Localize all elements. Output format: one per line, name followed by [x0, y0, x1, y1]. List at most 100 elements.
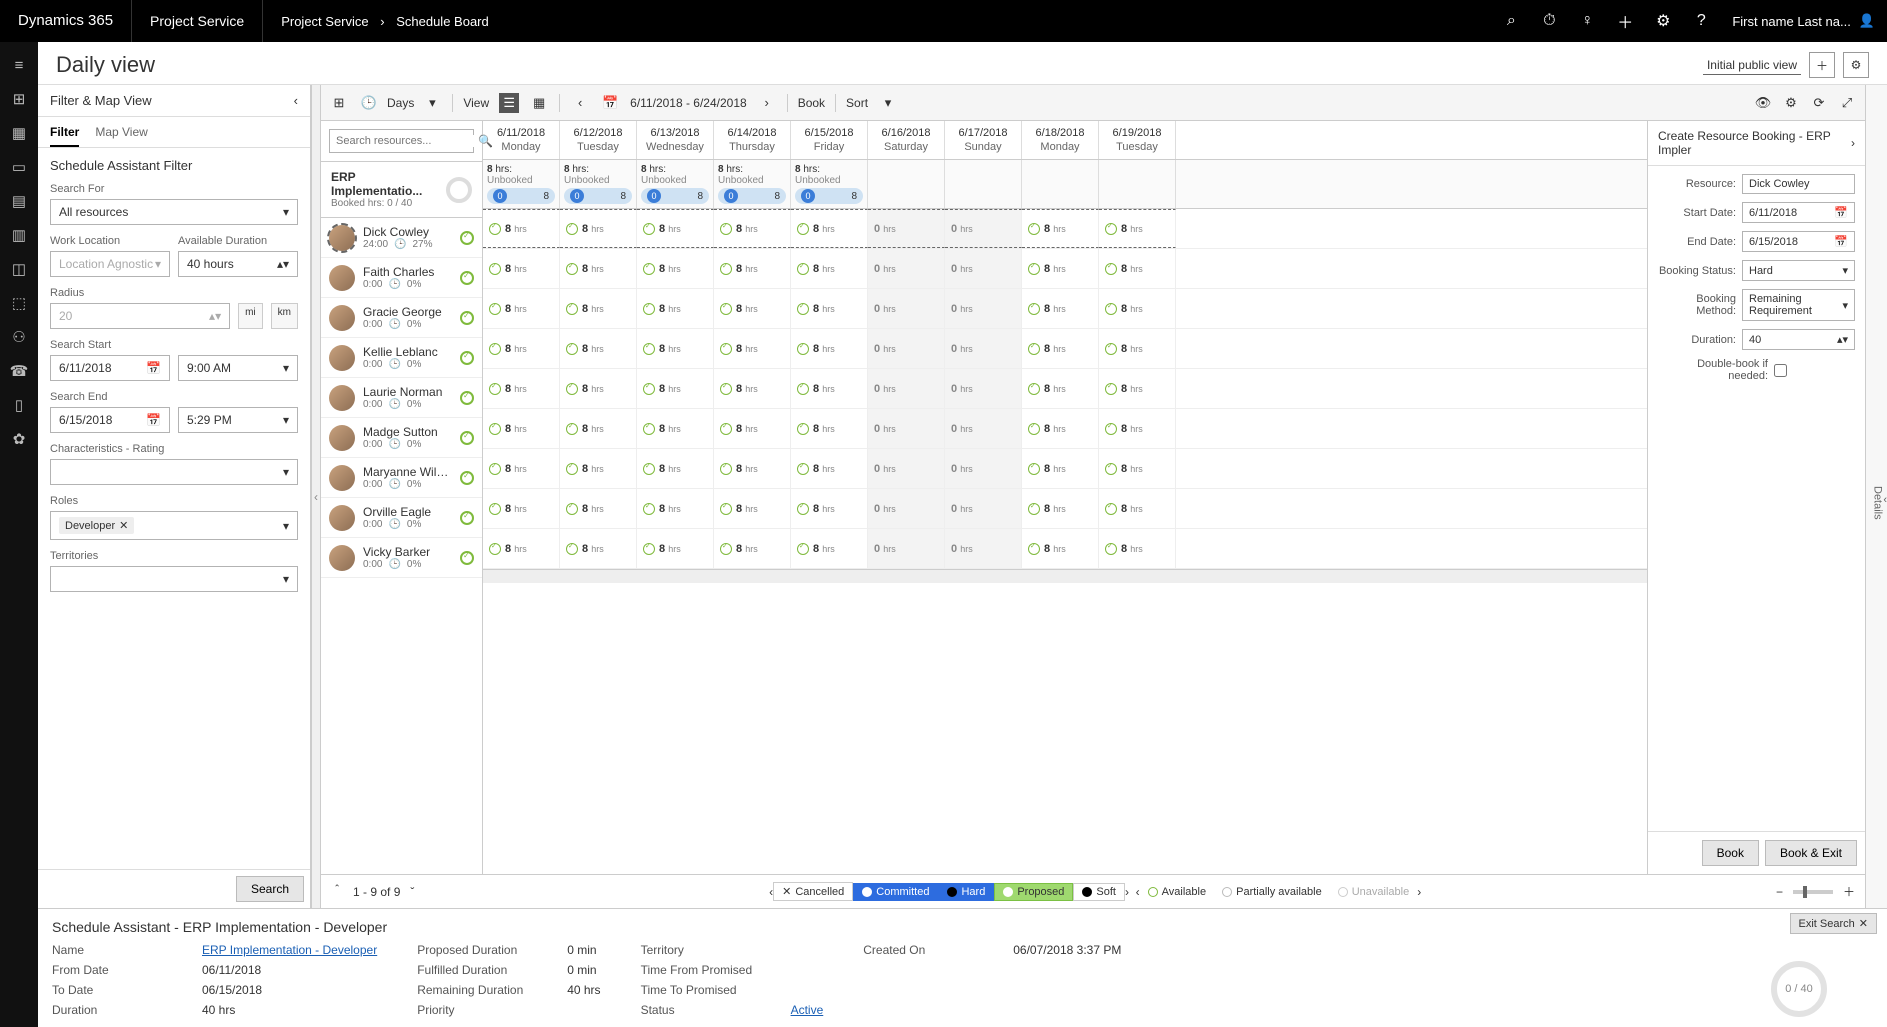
nav-item-2[interactable]: ▦: [0, 116, 38, 150]
schedule-cell[interactable]: 8 hrs: [791, 249, 868, 288]
schedule-cell[interactable]: 8 hrs: [1099, 209, 1176, 248]
search-for-select[interactable]: All resources▾: [50, 199, 298, 225]
schedule-cell[interactable]: 8 hrs: [714, 489, 791, 528]
zoom-out-icon[interactable]: −: [1776, 885, 1783, 899]
schedule-cell[interactable]: 0 hrs: [945, 489, 1022, 528]
role-tag[interactable]: Developer ✕: [59, 517, 134, 534]
settings-icon[interactable]: ⚙: [1644, 11, 1682, 31]
nav-item-8[interactable]: ⚇: [0, 320, 38, 354]
lightbulb-icon[interactable]: ♀: [1568, 12, 1606, 30]
bp-status-select[interactable]: Hard▾: [1742, 260, 1855, 281]
resource-row[interactable]: Madge Sutton0:00 🕒 0%: [321, 418, 482, 458]
legend-next-icon[interactable]: ›: [1125, 885, 1129, 899]
bp-start-input[interactable]: 6/11/2018📅: [1742, 202, 1855, 223]
prev-icon[interactable]: ‹: [570, 95, 590, 110]
zoom-in-icon[interactable]: ＋: [1843, 883, 1855, 900]
schedule-cell[interactable]: 8 hrs: [637, 369, 714, 408]
resource-row[interactable]: Faith Charles0:00 🕒 0%: [321, 258, 482, 298]
search-button[interactable]: Search: [236, 876, 304, 902]
days-label[interactable]: Days: [387, 96, 414, 110]
next-icon[interactable]: ›: [757, 95, 777, 110]
fullscreen-icon[interactable]: ⤢: [1837, 95, 1857, 111]
work-location-select[interactable]: Location Agnostic▾: [50, 251, 170, 277]
schedule-cell[interactable]: 8 hrs: [1099, 369, 1176, 408]
schedule-cell[interactable]: 8 hrs: [483, 249, 560, 288]
nav-item-11[interactable]: ✿: [0, 422, 38, 456]
schedule-cell[interactable]: 8 hrs: [791, 369, 868, 408]
resource-row[interactable]: Vicky Barker0:00 🕒 0%: [321, 538, 482, 578]
schedule-cell[interactable]: 8 hrs: [560, 369, 637, 408]
schedule-cell[interactable]: 8 hrs: [714, 249, 791, 288]
legend-next2-icon[interactable]: ›: [1417, 885, 1421, 899]
schedule-cell[interactable]: 8 hrs: [1099, 449, 1176, 488]
date-range[interactable]: 6/11/2018 - 6/24/2018: [630, 96, 747, 110]
breadcrumb-page[interactable]: Schedule Board: [396, 14, 489, 29]
sort-button[interactable]: Sort: [846, 96, 868, 110]
nav-item-10[interactable]: ▯: [0, 388, 38, 422]
resource-search-field[interactable]: [336, 135, 478, 147]
schedule-cell[interactable]: 8 hrs: [791, 489, 868, 528]
view-selector[interactable]: Initial public view: [1703, 56, 1801, 75]
schedule-cell[interactable]: 8 hrs: [1022, 409, 1099, 448]
schedule-cell[interactable]: 0 hrs: [945, 329, 1022, 368]
schedule-cell[interactable]: 8 hrs: [560, 529, 637, 568]
schedule-cell[interactable]: 0 hrs: [868, 409, 945, 448]
schedule-cell[interactable]: 8 hrs: [560, 409, 637, 448]
schedule-cell[interactable]: 8 hrs: [714, 329, 791, 368]
search-end-time[interactable]: 5:29 PM▾: [178, 407, 298, 433]
nav-item-3[interactable]: ▭: [0, 150, 38, 184]
book-exit-button[interactable]: Book & Exit: [1765, 840, 1857, 866]
resource-row[interactable]: Maryanne Wilcox0:00 🕒 0%: [321, 458, 482, 498]
resource-row[interactable]: Gracie George0:00 🕒 0%: [321, 298, 482, 338]
search-end-date[interactable]: 6/15/2018📅: [50, 407, 170, 433]
schedule-cell[interactable]: 0 hrs: [945, 209, 1022, 248]
radius-input[interactable]: 20▴▾: [50, 303, 230, 329]
sa-stat-value[interactable]: Active: [791, 1003, 824, 1017]
schedule-cell[interactable]: 8 hrs: [1099, 289, 1176, 328]
schedule-cell[interactable]: 8 hrs: [560, 289, 637, 328]
legend-cancelled[interactable]: ✕ Cancelled: [773, 882, 853, 901]
schedule-cell[interactable]: 0 hrs: [945, 289, 1022, 328]
schedule-cell[interactable]: 8 hrs: [1099, 409, 1176, 448]
schedule-cell[interactable]: 8 hrs: [637, 529, 714, 568]
schedule-cell[interactable]: 8 hrs: [1022, 289, 1099, 328]
schedule-cell[interactable]: 8 hrs: [714, 289, 791, 328]
unit-km-button[interactable]: km: [271, 303, 298, 329]
schedule-cell[interactable]: 8 hrs: [483, 289, 560, 328]
hamburger-icon[interactable]: ≡: [0, 48, 38, 82]
schedule-cell[interactable]: 0 hrs: [945, 529, 1022, 568]
schedule-cell[interactable]: 0 hrs: [945, 249, 1022, 288]
schedule-cell[interactable]: 0 hrs: [868, 449, 945, 488]
chevron-left-icon[interactable]: ‹: [1883, 494, 1887, 506]
schedule-cell[interactable]: 8 hrs: [637, 329, 714, 368]
resource-row[interactable]: Orville Eagle0:00 🕒 0%: [321, 498, 482, 538]
schedule-cell[interactable]: 8 hrs: [1022, 529, 1099, 568]
schedule-cell[interactable]: 8 hrs: [791, 209, 868, 248]
bp-resource-input[interactable]: Dick Cowley: [1742, 174, 1855, 194]
chevron-down-icon[interactable]: ＾: [331, 883, 343, 900]
schedule-cell[interactable]: 8 hrs: [483, 369, 560, 408]
list-view-icon[interactable]: ☰: [499, 93, 519, 113]
schedule-cell[interactable]: 8 hrs: [1022, 249, 1099, 288]
details-rail[interactable]: ‹ Details: [1865, 85, 1887, 908]
legend-proposed[interactable]: Proposed: [994, 883, 1073, 901]
schedule-cell[interactable]: 8 hrs: [483, 209, 560, 248]
search-icon[interactable]: ⌕: [1492, 12, 1530, 30]
collapse-left-icon[interactable]: ‹: [294, 93, 298, 108]
caret-down-icon[interactable]: ▾: [878, 95, 898, 111]
legend-soft[interactable]: Soft: [1073, 883, 1125, 901]
sa-name-link[interactable]: ERP Implementation - Developer: [202, 943, 377, 957]
schedule-cell[interactable]: 8 hrs: [791, 289, 868, 328]
tab-filter[interactable]: Filter: [50, 125, 79, 147]
schedule-cell[interactable]: 8 hrs: [560, 329, 637, 368]
schedule-cell[interactable]: 8 hrs: [637, 409, 714, 448]
schedule-cell[interactable]: 8 hrs: [483, 449, 560, 488]
add-icon[interactable]: ＋: [1606, 9, 1644, 33]
brand[interactable]: Dynamics 365: [0, 0, 132, 42]
schedule-cell[interactable]: 8 hrs: [791, 409, 868, 448]
schedule-cell[interactable]: 8 hrs: [1099, 529, 1176, 568]
horizontal-scrollbar[interactable]: [483, 569, 1647, 583]
unit-mi-button[interactable]: mi: [238, 303, 263, 329]
schedule-cell[interactable]: 8 hrs: [637, 209, 714, 248]
exit-search-button[interactable]: Exit Search ✕: [1790, 913, 1877, 934]
